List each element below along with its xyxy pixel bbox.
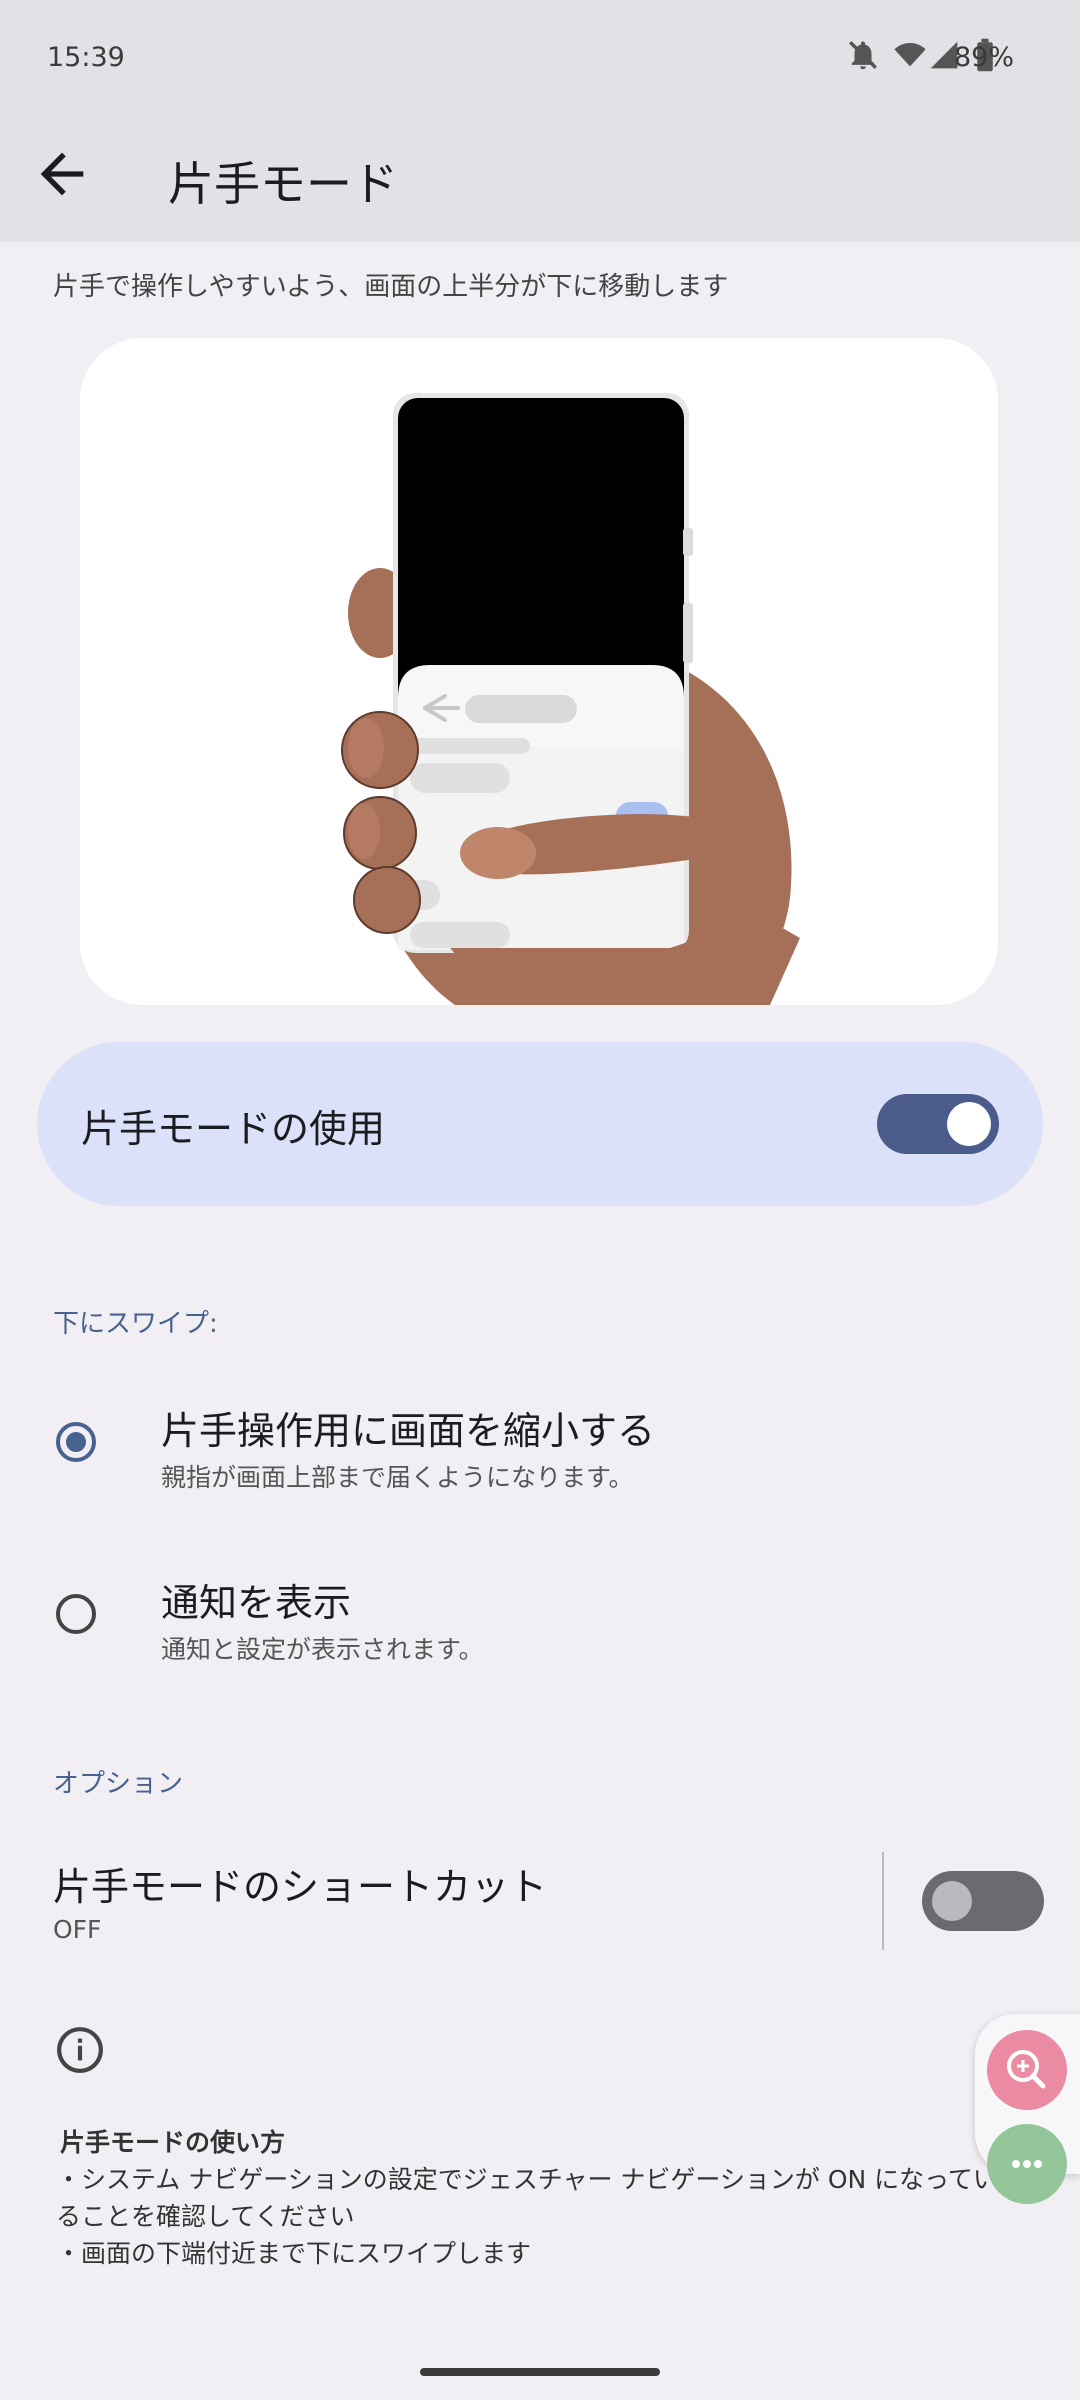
option-subtitle: 通知と設定が表示されます。 — [161, 1635, 484, 1664]
more-horiz-icon — [1012, 2160, 1042, 2168]
help-line: ることを確認してください — [56, 2202, 355, 2231]
zoom-button[interactable] — [987, 2030, 1067, 2110]
hand-holding-phone-illustration — [341, 393, 800, 1005]
option-title: 通知を表示 — [161, 1581, 352, 1625]
switch-thumb — [932, 1881, 972, 1921]
swipe-section-header: 下にスワイプ: — [53, 1309, 218, 1339]
more-button[interactable] — [987, 2124, 1067, 2204]
shortcut-switch[interactable] — [922, 1871, 1044, 1931]
status-time: 15:39 — [47, 42, 125, 73]
arrow-back-icon — [40, 152, 84, 196]
radio-option-show-notifications[interactable]: 通知を表示 通知と設定が表示されます。 — [0, 1552, 1080, 1692]
page-description: 片手で操作しやすいよう、画面の上半分が下に移動します — [53, 272, 729, 302]
back-button[interactable] — [30, 142, 94, 206]
shortcut-title[interactable]: 片手モードのショートカット — [53, 1856, 547, 1911]
radio-button-unselected[interactable] — [56, 1594, 96, 1634]
one-handed-mode-label: 片手モードの使用 — [81, 1107, 386, 1151]
gesture-navigation-handle[interactable] — [420, 2368, 660, 2376]
status-icons: 89% — [780, 38, 1080, 78]
help-line: ・システム ナビゲーションの設定でジェスチャー ナビゲーションが ON になって… — [56, 2165, 998, 2194]
info-icon — [57, 2027, 103, 2073]
option-subtitle: 親指が画面上部まで届くようになります。 — [161, 1463, 634, 1492]
help-title: 片手モードの使い方 — [60, 2128, 286, 2157]
app-bar: 片手モード — [0, 120, 1080, 242]
radio-button-selected[interactable] — [56, 1422, 96, 1462]
notifications-off-icon — [849, 41, 877, 70]
radio-option-shrink-screen[interactable]: 片手操作用に画面を縮小する 親指が画面上部まで届くようになります。 — [0, 1380, 1080, 1520]
zoom-in-icon — [1007, 2050, 1046, 2089]
help-line: ・画面の下端付近まで下にスワイプします — [56, 2239, 532, 2268]
vertical-divider — [882, 1852, 884, 1950]
wifi-icon — [894, 42, 926, 67]
battery-percentage: 89% — [953, 42, 1014, 73]
shortcut-state: OFF — [53, 1915, 102, 1944]
page-title: 片手モード — [168, 157, 398, 211]
one-handed-illustration — [80, 338, 998, 1005]
one-handed-mode-switch[interactable] — [877, 1094, 999, 1154]
option-title: 片手操作用に画面を縮小する — [161, 1409, 656, 1453]
switch-thumb — [947, 1102, 991, 1146]
status-bar: 15:39 89% — [0, 0, 1080, 120]
options-section-header: オプション — [53, 1769, 184, 1799]
one-handed-mode-toggle-card[interactable]: 片手モードの使用 — [37, 1042, 1043, 1206]
